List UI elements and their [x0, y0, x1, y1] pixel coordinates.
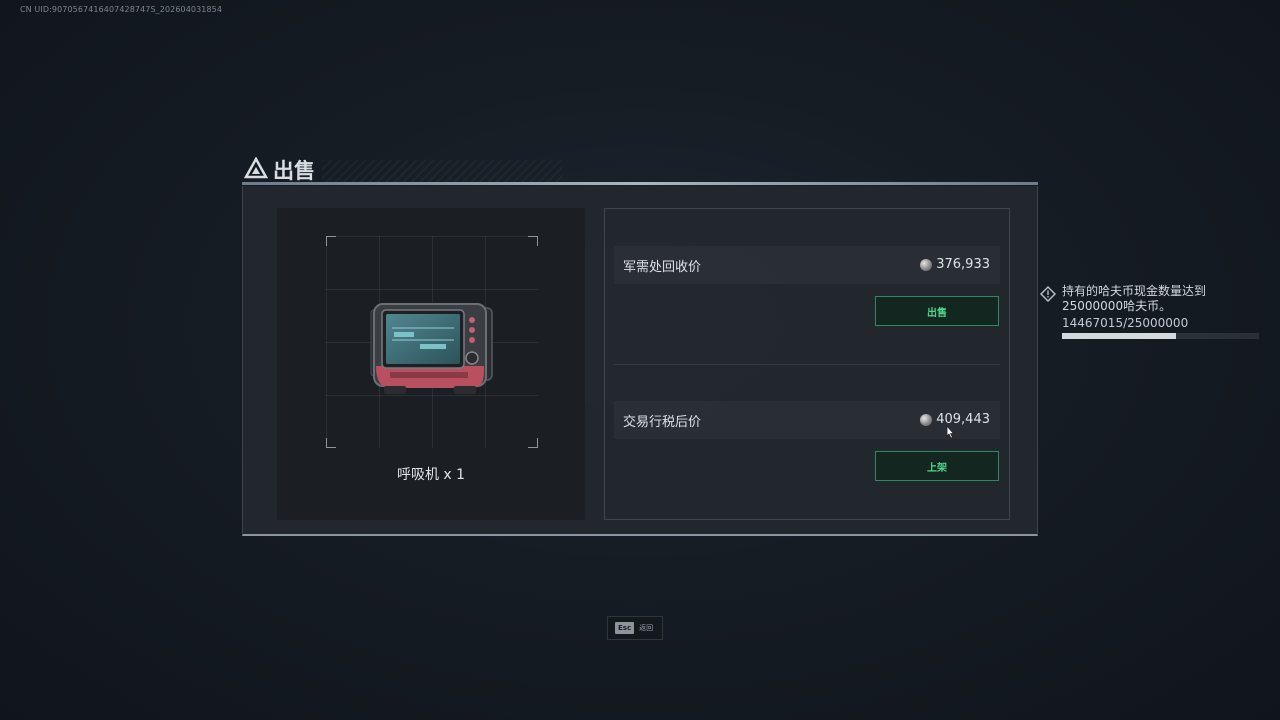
coin-icon — [920, 413, 933, 426]
triangle-warning-icon — [244, 157, 268, 179]
market-price-label: 交易行税后价 — [623, 415, 702, 430]
dialog-title: 出售 — [273, 159, 315, 183]
frame-corner — [326, 438, 336, 448]
list-on-market-button[interactable]: 上架 — [875, 451, 999, 481]
esc-key-icon: Esc — [615, 622, 635, 634]
quest-progress-bar — [1062, 333, 1259, 339]
esc-back-hint[interactable]: Esc 返回 — [607, 616, 663, 640]
recycle-price-row: 军需处回收价 376,933 — [614, 246, 1000, 284]
market-price-value: 409,443 — [920, 412, 990, 427]
item-preview-panel: 呼吸机 x 1 — [277, 208, 585, 520]
back-label: 返回 — [639, 624, 654, 632]
price-options-panel: 军需处回收价 376,933 出售 交易行税后价 409,443 上架 — [604, 208, 1010, 520]
section-divider — [614, 364, 1000, 365]
quest-progress-fill — [1062, 333, 1176, 339]
alert-diamond-icon — [1040, 286, 1056, 302]
quest-progress-text: 14467015/25000000 — [1062, 316, 1189, 330]
item-name-label: 呼吸机 x 1 — [396, 467, 466, 483]
uid-label: CN UID:9070567416407428747S_202604031854 — [20, 5, 223, 14]
recycle-price-value: 376,933 — [920, 257, 990, 272]
coin-icon — [920, 258, 933, 271]
quest-description: 持有的哈夫币现金数量达到25000000哈夫币。 — [1062, 284, 1207, 313]
sell-dialog: 呼吸机 x 1 军需处回收价 376,933 出售 交易行税后价 409,443… — [242, 186, 1038, 536]
mouse-cursor-icon — [946, 425, 955, 439]
title-hatch-decoration — [322, 160, 562, 182]
market-price-row: 交易行税后价 409,443 — [614, 401, 1000, 439]
title-underline — [242, 182, 1038, 185]
recycle-price-label: 军需处回收价 — [623, 260, 702, 275]
dialog-title-bar: 出售 — [242, 152, 1038, 186]
frame-corner — [528, 438, 538, 448]
recycle-price-amount: 376,933 — [936, 257, 990, 272]
quest-tracker: 持有的哈夫币现金数量达到25000000哈夫币。 14467015/250000… — [1040, 284, 1262, 344]
sell-button[interactable]: 出售 — [875, 296, 999, 326]
frame-corner — [326, 236, 336, 246]
frame-corner — [528, 236, 538, 246]
ventilator-item-icon — [370, 303, 493, 394]
